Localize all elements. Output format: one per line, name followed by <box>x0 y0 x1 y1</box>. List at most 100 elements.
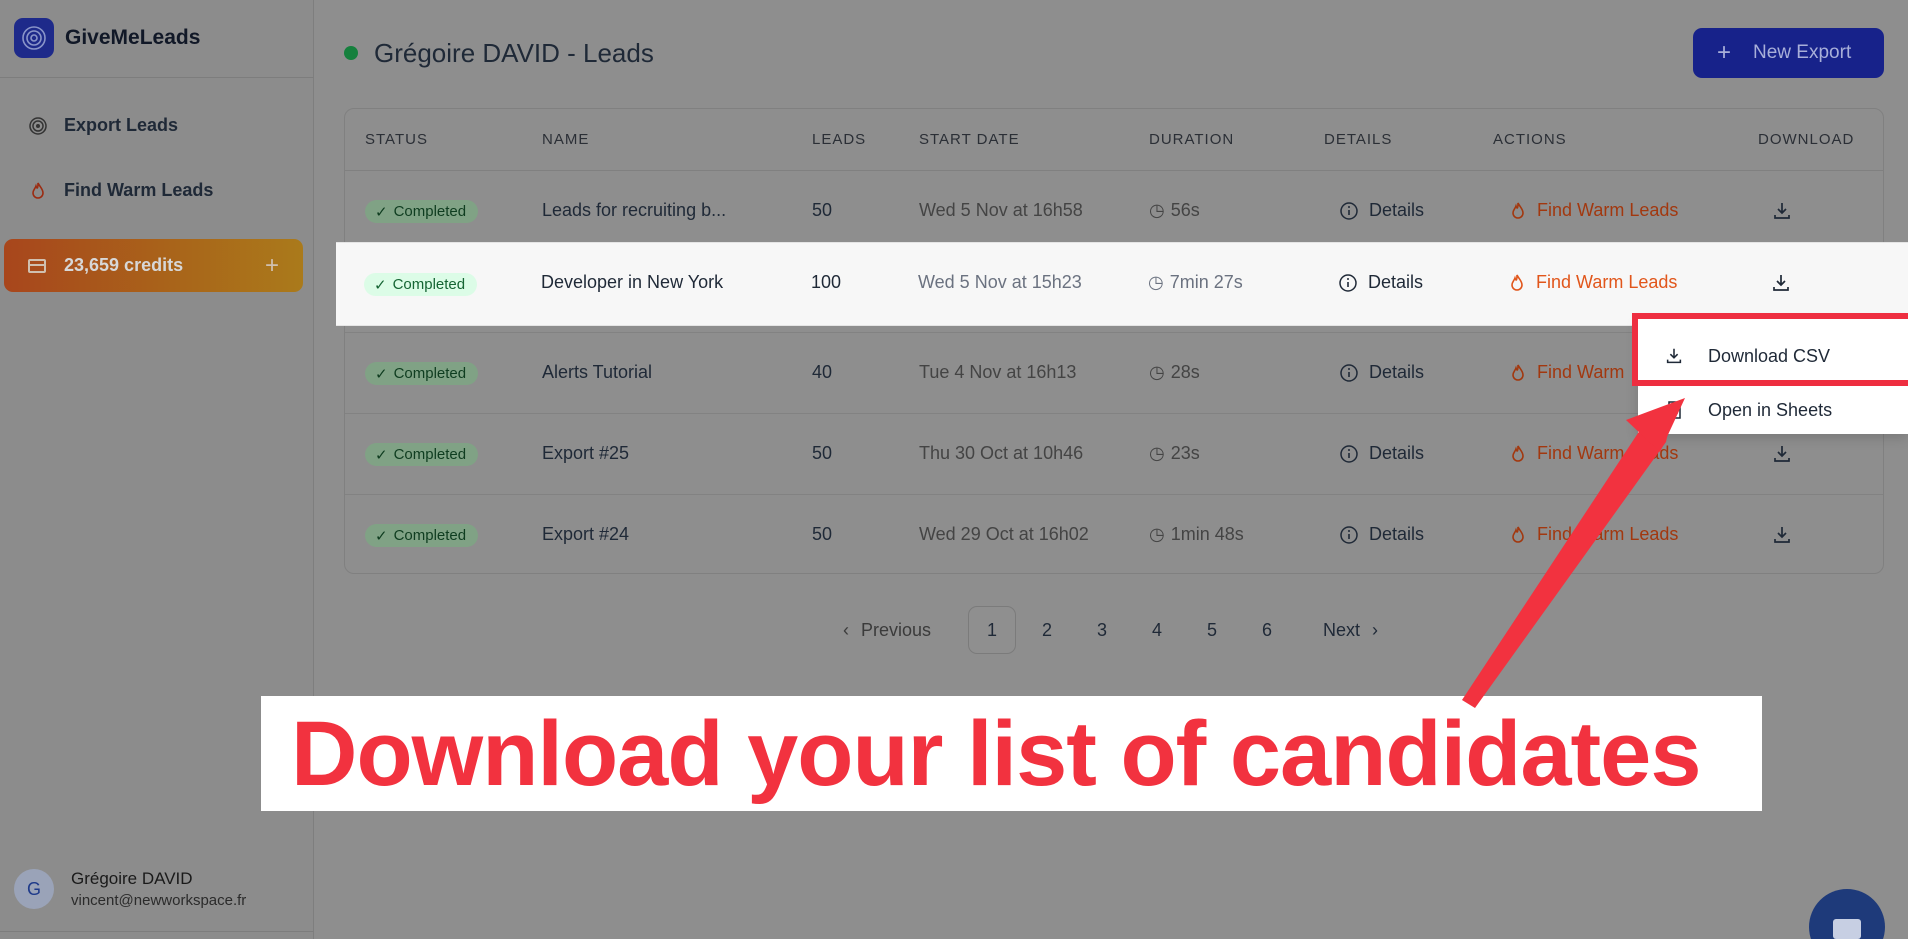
sidebar-item-find-warm-leads[interactable]: Find Warm Leads <box>28 180 213 201</box>
app-name: GiveMeLeads <box>65 26 201 49</box>
status-badge: ✓ Completed <box>365 362 479 385</box>
add-credits-icon[interactable]: + <box>265 252 279 280</box>
column-header-details: DETAILS <box>1324 131 1393 148</box>
column-header-download: DOWNLOAD <box>1758 131 1855 148</box>
download-icon[interactable] <box>1771 200 1793 222</box>
check-icon: ✓ <box>375 203 388 221</box>
column-header-duration: DURATION <box>1149 131 1235 148</box>
page-3-button[interactable]: 3 <box>1078 606 1126 654</box>
avatar: G <box>14 869 54 909</box>
clock-icon: ◷ <box>1149 362 1165 382</box>
find-warm-leads-button[interactable]: Find Warm <box>1509 362 1624 383</box>
duration: ◷ 23s <box>1149 443 1200 463</box>
flame-icon <box>1512 445 1524 462</box>
export-name: Export #24 <box>542 524 630 544</box>
info-icon <box>1340 525 1358 544</box>
brand[interactable]: GiveMeLeads <box>14 18 200 58</box>
details-button[interactable]: Details <box>1339 524 1424 545</box>
app-logo-icon <box>14 18 54 58</box>
details-button[interactable]: Details <box>1339 200 1424 221</box>
duration: ◷ 28s <box>1149 362 1200 382</box>
chevron-left-icon: ‹ <box>843 619 849 640</box>
table-header: STATUS NAME LEADS START DATE DURATION DE… <box>345 109 1883 171</box>
user-name: Grégoire DAVID <box>71 869 193 888</box>
leads-count: 50 <box>812 524 833 544</box>
export-name: Export #25 <box>542 443 630 463</box>
clock-icon: ◷ <box>1148 272 1164 292</box>
start-date: Wed 5 Nov at 15h23 <box>918 272 1082 292</box>
check-icon: ✓ <box>374 276 387 294</box>
start-date: Wed 29 Oct at 16h02 <box>919 524 1089 544</box>
leads-count: 50 <box>812 200 833 220</box>
leads-count: 50 <box>812 443 833 463</box>
table-row[interactable]: ✓ Completed Export #24 50 Wed 29 Oct at 1… <box>345 495 1883 576</box>
page-4-button[interactable]: 4 <box>1133 606 1181 654</box>
flame-icon <box>32 182 44 199</box>
info-icon <box>1339 273 1357 292</box>
leads-count: 40 <box>812 362 833 382</box>
page-6-button[interactable]: 6 <box>1243 606 1291 654</box>
target-icon <box>29 116 47 135</box>
table-row[interactable]: ✓ Completed Leads for recruiting b... 50 … <box>345 171 1883 252</box>
column-header-start-date: START DATE <box>919 131 1020 148</box>
find-warm-leads-button[interactable]: Find Warm Leads <box>1508 272 1677 293</box>
info-icon <box>1340 201 1358 220</box>
status-badge: ✓ Completed <box>364 273 478 296</box>
column-header-name: NAME <box>542 131 590 148</box>
start-date: Thu 30 Oct at 10h46 <box>919 443 1084 463</box>
column-header-leads: LEADS <box>812 131 867 148</box>
find-warm-leads-button[interactable]: Find Warm Leads <box>1509 200 1678 221</box>
start-date: Tue 4 Nov at 16h13 <box>919 362 1077 382</box>
previous-page-button[interactable]: ‹ Previous <box>843 606 931 654</box>
clock-icon: ◷ <box>1149 524 1165 544</box>
duration: ◷ 7min 27s <box>1148 272 1243 292</box>
open-in-sheets-option[interactable]: Open in Sheets <box>1638 384 1908 436</box>
page-1-button[interactable]: 1 <box>968 606 1016 654</box>
credits-button[interactable]: 23,659 credits + <box>4 239 303 292</box>
flame-icon <box>1512 202 1524 219</box>
status-badge: ✓ Completed <box>365 200 479 223</box>
check-icon: ✓ <box>375 446 388 464</box>
check-icon: ✓ <box>375 365 388 383</box>
sidebar-item-export-leads[interactable]: Export Leads <box>28 115 178 136</box>
page-2-button[interactable]: 2 <box>1023 606 1071 654</box>
sidebar-divider-bottom <box>0 931 314 932</box>
info-icon <box>1340 444 1358 463</box>
export-name: Alerts Tutorial <box>542 362 653 382</box>
user-profile[interactable]: G Grégoire DAVID vincent@newworkspace.fr <box>14 869 246 909</box>
spreadsheet-icon <box>1668 401 1681 419</box>
details-button[interactable]: Details <box>1339 443 1424 464</box>
annotation-banner: Download your list of candidates <box>261 696 1762 811</box>
find-warm-leads-button[interactable]: Find Warm Leads <box>1509 524 1678 545</box>
user-email: vincent@newworkspace.fr <box>71 892 247 909</box>
details-button[interactable]: Details <box>1339 362 1424 383</box>
duration: ◷ 56s <box>1149 200 1200 220</box>
chevron-right-icon: › <box>1372 619 1379 640</box>
find-warm-leads-button[interactable]: Find Warm Leads <box>1509 443 1678 464</box>
status-badge: ✓ Completed <box>365 524 479 547</box>
info-icon <box>1340 363 1358 382</box>
export-name: Developer in New York <box>541 272 724 292</box>
sidebar-divider <box>0 77 314 78</box>
chat-widget-icon[interactable] <box>1809 889 1885 939</box>
column-header-status: STATUS <box>365 131 428 148</box>
download-icon[interactable] <box>1770 272 1792 294</box>
credit-card-icon <box>28 258 46 273</box>
flame-icon <box>1512 364 1524 381</box>
new-export-button[interactable]: + New Export <box>1693 28 1884 78</box>
next-page-button[interactable]: Next › <box>1323 606 1378 654</box>
page-5-button[interactable]: 5 <box>1188 606 1236 654</box>
export-name: Leads for recruiting b... <box>542 200 727 220</box>
details-button[interactable]: Details <box>1338 272 1423 293</box>
annotation-text: Download your list of candidates <box>291 703 1701 805</box>
download-icon[interactable] <box>1771 524 1793 546</box>
duration: ◷ 1min 48s <box>1149 524 1244 544</box>
flame-icon <box>1511 274 1523 291</box>
plus-icon: + <box>1717 39 1732 66</box>
download-icon[interactable] <box>1771 443 1793 465</box>
start-date: Wed 5 Nov at 16h58 <box>919 200 1083 220</box>
new-export-label: New Export <box>1753 42 1852 63</box>
column-header-actions: ACTIONS <box>1493 131 1567 148</box>
credits-label: 23,659 credits <box>64 255 184 275</box>
leads-count: 100 <box>811 272 842 292</box>
